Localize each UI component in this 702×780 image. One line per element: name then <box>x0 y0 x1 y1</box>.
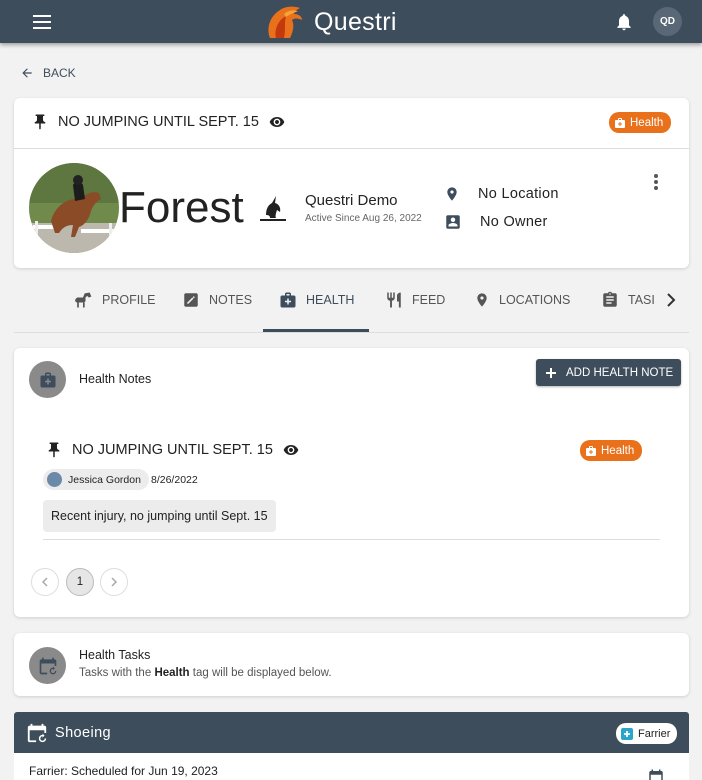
hamburger-menu-icon[interactable] <box>33 15 51 29</box>
clipboard-icon <box>603 291 617 307</box>
tab-label: TASI <box>628 293 655 307</box>
tab-locations[interactable]: LOCATIONS <box>474 274 570 326</box>
health-tasks-title: Health Tasks <box>79 648 151 662</box>
tab-health[interactable]: HEALTH <box>279 274 354 326</box>
plus-icon <box>546 367 556 378</box>
app-title: Questri <box>314 7 397 36</box>
note-header[interactable]: NO JUMPING UNTIL SEPT. 15 <box>45 440 302 460</box>
barn-name[interactable]: Questri Demo <box>305 192 398 209</box>
unicorn-barn-logo-icon <box>260 196 286 221</box>
brand[interactable]: Questri <box>264 4 397 40</box>
medical-bag-icon <box>615 117 625 128</box>
utensils-icon <box>387 292 401 308</box>
divider <box>14 332 689 333</box>
questri-logo-icon <box>268 6 302 39</box>
farrier-tag-badge: Farrier <box>616 723 678 744</box>
notification-bell-icon[interactable] <box>614 12 634 32</box>
shoeing-task-header[interactable] <box>14 712 689 753</box>
chevron-left-icon <box>41 577 48 587</box>
tab-feed[interactable]: FEED <box>385 274 445 326</box>
location-pin-icon <box>477 293 487 307</box>
medical-plus-icon <box>621 727 633 740</box>
note-author-chip[interactable]: Jessica Gordon <box>43 469 149 490</box>
tab-label: LOCATIONS <box>499 293 571 307</box>
back-link[interactable]: BACK <box>20 66 76 80</box>
calendar-sync-icon <box>27 723 47 743</box>
location-value: No Location <box>478 186 559 202</box>
owner-value: No Owner <box>480 214 548 230</box>
arrow-left-icon <box>22 68 32 78</box>
horse-icon <box>75 292 92 308</box>
owner-row[interactable]: No Owner <box>444 213 548 231</box>
tab-label: NOTES <box>209 293 253 307</box>
eye-icon[interactable] <box>266 114 288 130</box>
pagination-page-button[interactable]: 1 <box>66 568 94 596</box>
tab-label: HEALTH <box>306 293 355 307</box>
more-options-icon[interactable] <box>653 174 659 190</box>
active-since-text: Active Since Aug 26, 2022 <box>305 213 422 224</box>
health-tasks-icon <box>29 647 66 684</box>
farrier-schedule-text: Farrier: Scheduled for Jun 19, 2023 <box>29 764 218 778</box>
tab-profile[interactable]: PROFILE <box>73 274 156 326</box>
health-tasks-card <box>14 633 689 696</box>
author-avatar <box>47 472 62 487</box>
location-row[interactable]: No Location <box>444 184 559 204</box>
author-name: Jessica Gordon <box>68 473 141 486</box>
tab-notes[interactable]: NOTES <box>182 274 252 326</box>
pagination-next-button[interactable] <box>100 568 128 596</box>
pin-icon <box>34 114 46 130</box>
note-title: NO JUMPING UNTIL SEPT. 15 <box>72 442 273 458</box>
note-date: 8/26/2022 <box>151 474 198 486</box>
shoeing-task-title: Shoeing <box>55 725 112 741</box>
chevron-right-icon <box>111 577 118 587</box>
pin-icon <box>48 442 60 458</box>
health-tag-badge: Health <box>609 112 672 133</box>
divider <box>14 148 689 149</box>
contact-card-icon <box>446 215 460 229</box>
eye-icon[interactable] <box>280 442 302 458</box>
health-notes-icon <box>29 361 66 398</box>
add-health-note-button[interactable]: ADD HEALTH NOTE <box>536 359 681 386</box>
divider <box>43 539 660 540</box>
chevron-right-icon[interactable] <box>665 292 677 308</box>
note-body: Recent injury, no jumping until Sept. 15 <box>43 500 276 532</box>
medical-bag-icon <box>280 292 296 308</box>
back-label: BACK <box>43 66 76 80</box>
horse-name: Forest <box>119 183 244 232</box>
top-app-bar: Questri QD <box>0 0 702 43</box>
tab-label: PROFILE <box>102 293 156 307</box>
pinned-note-title: NO JUMPING UNTIL SEPT. 15 <box>58 114 259 130</box>
tab-label: FEED <box>412 293 446 307</box>
medical-bag-icon <box>586 445 596 456</box>
calendar-icon[interactable] <box>647 768 665 780</box>
health-notes-label: Health Notes <box>79 372 152 386</box>
health-tasks-description: Tasks with the Health tag will be displa… <box>79 667 332 679</box>
note-health-tag-badge: Health <box>580 440 643 461</box>
medical-bag-icon <box>40 372 55 387</box>
calendar-sync-icon <box>39 657 56 674</box>
pinned-note-header[interactable]: NO JUMPING UNTIL SEPT. 15 <box>31 112 288 132</box>
horse-photo[interactable] <box>29 163 119 253</box>
pagination-prev-button[interactable] <box>31 568 59 596</box>
location-pin-icon <box>447 187 457 201</box>
user-avatar[interactable]: QD <box>653 7 682 36</box>
tab-tasks[interactable]: TASI <box>601 274 659 326</box>
edit-note-icon <box>184 293 198 307</box>
